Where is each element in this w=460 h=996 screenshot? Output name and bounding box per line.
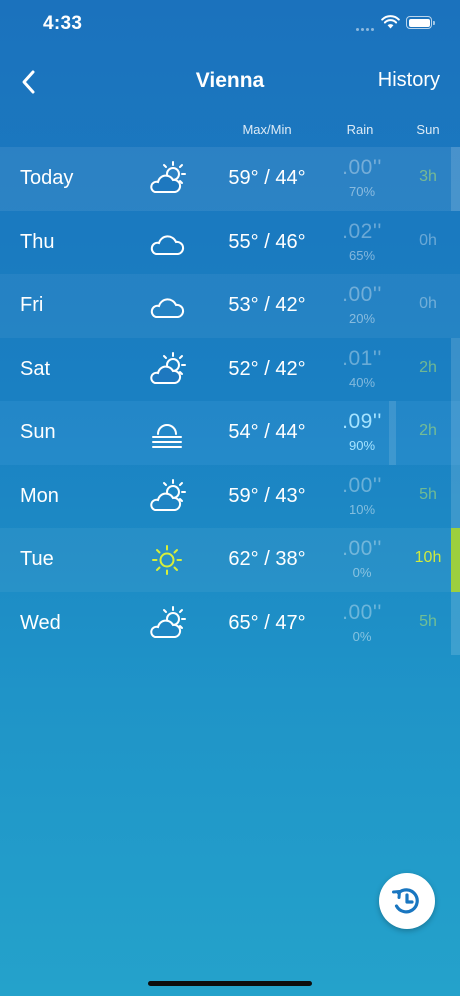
rain-amount: .01'' <box>342 346 382 370</box>
cloud-icon <box>150 298 185 318</box>
sun-hours: 2h <box>419 358 437 376</box>
sun-hours: 2h <box>419 422 437 439</box>
day-row-today[interactable]: Today 59° / 44° .00'' 70% 3h <box>0 147 460 211</box>
rain-amount: .00'' <box>342 537 382 560</box>
sun-bar <box>451 591 460 655</box>
back-button[interactable] <box>14 66 44 98</box>
column-header-rain: Rain <box>346 122 374 137</box>
sun-bar <box>451 528 460 592</box>
sun-bar <box>451 147 460 211</box>
temperature-range: 59° / 43° <box>228 484 306 507</box>
day-row-fri[interactable]: Fri 53° / 42° .00'' 20% 0h <box>0 274 460 338</box>
chevron-left-icon <box>22 70 35 94</box>
rain-chance: 70% <box>348 184 376 199</box>
day-name: Wed <box>20 611 61 634</box>
column-header-sun: Sun <box>416 122 440 137</box>
home-indicator[interactable] <box>148 981 312 986</box>
sun-icon <box>152 545 182 575</box>
cloud-icon <box>150 234 185 255</box>
day-name: Sat <box>20 357 51 380</box>
rain-amount: .00'' <box>342 283 382 306</box>
sun-hours: 3h <box>419 168 437 185</box>
sun-bar <box>451 337 460 401</box>
rain-chance: 40% <box>348 374 376 390</box>
status-time: 4:33 <box>43 13 83 34</box>
partly-cloudy-icon <box>150 605 186 638</box>
battery-icon <box>406 16 435 29</box>
temperature-range: 53° / 42° <box>228 294 306 316</box>
temperature-range: 59° / 44° <box>228 167 306 189</box>
temperature-range: 62° / 38° <box>228 548 306 570</box>
signal-icon <box>356 28 376 32</box>
sun-hours: 0h <box>419 295 437 312</box>
rain-bar <box>389 401 396 465</box>
rain-chance: 0% <box>352 628 372 644</box>
rain-amount: .02'' <box>342 219 382 243</box>
column-headers: Max/Min Rain Sun <box>0 122 460 142</box>
history-clock-icon <box>392 888 419 914</box>
rain-amount: .00'' <box>342 600 382 624</box>
sun-bar <box>451 464 460 528</box>
fog-icon <box>152 424 182 448</box>
column-header-maxmin: Max/Min <box>242 122 292 137</box>
sun-bar <box>451 401 460 465</box>
navigation-bar: Vienna History <box>0 52 460 112</box>
day-row-wed[interactable]: Wed 65° / 47° .00'' 0% 5h <box>0 591 460 655</box>
temperature-range: 54° / 44° <box>228 421 306 443</box>
rain-chance: 0% <box>352 565 372 580</box>
sun-hours: 0h <box>419 231 437 249</box>
day-row-sun[interactable]: Sun 54° / 44° .09'' 90% 2h <box>0 401 460 465</box>
history-clock-button[interactable] <box>379 873 435 929</box>
sun-hours: 5h <box>419 485 437 503</box>
day-row-tue[interactable]: Tue 62° / 38° .00'' 0% 10h <box>0 528 460 592</box>
partly-cloudy-icon <box>150 351 186 384</box>
sun-hours: 5h <box>419 612 437 630</box>
rain-chance: 20% <box>348 311 376 326</box>
sun-hours: 10h <box>414 549 442 566</box>
wifi-icon <box>381 15 400 29</box>
temperature-range: 52° / 42° <box>228 357 306 380</box>
rain-chance: 90% <box>348 438 376 453</box>
day-name: Mon <box>20 484 59 507</box>
rain-amount: .09'' <box>342 410 382 433</box>
rain-amount: .00'' <box>342 473 382 497</box>
history-button[interactable]: History <box>378 69 440 92</box>
temperature-range: 65° / 47° <box>228 611 306 634</box>
day-row-thu[interactable]: Thu 55° / 46° .02'' 65% 0h <box>0 211 460 275</box>
day-row-sat[interactable]: Sat 52° / 42° .01'' 40% 2h <box>0 337 460 401</box>
rain-chance: 65% <box>348 247 376 263</box>
partly-cloudy-icon <box>150 478 186 511</box>
temperature-range: 55° / 46° <box>228 230 306 253</box>
forecast-list: Today 59° / 44° .00'' 70% 3h Thu 55° / 4… <box>0 147 460 655</box>
day-name: Today <box>20 167 74 189</box>
status-bar: 4:33 <box>0 0 460 48</box>
day-name: Thu <box>20 230 55 253</box>
rain-chance: 10% <box>348 501 376 517</box>
day-name: Sun <box>20 421 56 443</box>
day-name: Tue <box>20 548 54 570</box>
partly-cloudy-icon <box>150 161 186 193</box>
rain-amount: .00'' <box>342 156 382 179</box>
day-name: Fri <box>20 294 44 316</box>
day-row-mon[interactable]: Mon 59° / 43° .00'' 10% 5h <box>0 464 460 528</box>
